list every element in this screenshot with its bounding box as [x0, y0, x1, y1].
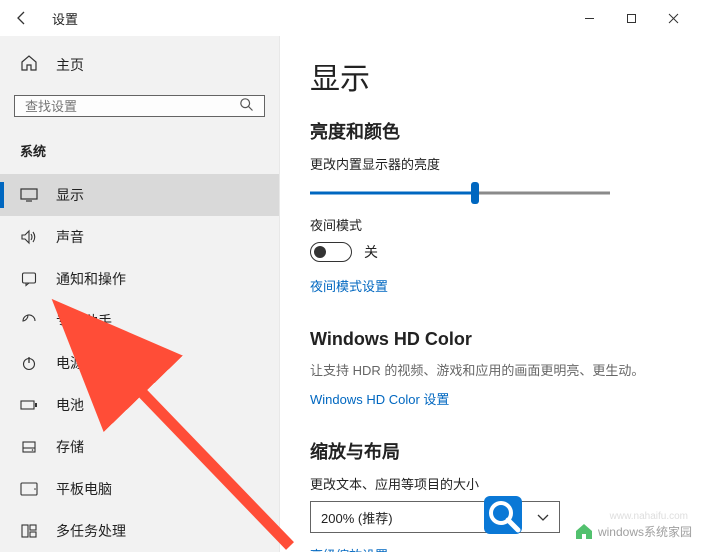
brightness-group-title: 亮度和颜色 [310, 118, 672, 144]
maximize-button[interactable] [610, 4, 652, 32]
sidebar-section-label: 系统 [0, 131, 279, 166]
sidebar: 主页 系统 显示 声音 通知和操作 专注助手 [0, 36, 280, 552]
power-icon [20, 354, 38, 372]
advanced-scale-link[interactable]: 高级缩放设置 [310, 545, 388, 552]
storage-icon [20, 438, 38, 456]
back-button[interactable] [8, 4, 36, 32]
home-icon [20, 54, 38, 75]
sidebar-item-label: 存储 [56, 437, 84, 457]
notifications-icon [20, 270, 38, 288]
main-content: 显示 亮度和颜色 更改内置显示器的亮度 夜间模式 关 夜间模式设置 Window… [280, 36, 702, 552]
sidebar-item-label: 声音 [56, 227, 84, 247]
sidebar-item-label: 显示 [56, 185, 84, 205]
sidebar-item-focus[interactable]: 专注助手 [0, 300, 279, 342]
search-icon [239, 97, 254, 115]
focus-icon [20, 312, 38, 330]
night-mode-toggle[interactable] [310, 242, 352, 262]
page-title: 显示 [310, 54, 672, 98]
sidebar-item-battery[interactable]: 电池 [0, 384, 279, 426]
sidebar-item-label: 电源和睡眠 [56, 353, 126, 373]
sidebar-item-notifications[interactable]: 通知和操作 [0, 258, 279, 300]
sidebar-item-label: 平板电脑 [56, 479, 112, 499]
sidebar-item-display[interactable]: 显示 [0, 174, 279, 216]
brightness-label: 更改内置显示器的亮度 [310, 154, 672, 173]
search-input[interactable] [25, 99, 239, 114]
hd-color-desc: 让支持 HDR 的视频、游戏和应用的画面更明亮、更生动。 [310, 360, 672, 379]
watermark-magnifier-icon [478, 490, 532, 547]
watermark-text: windows系统家园 [574, 522, 692, 540]
brightness-slider[interactable] [310, 181, 610, 205]
sidebar-item-multitask[interactable]: 多任务处理 [0, 510, 279, 552]
sidebar-item-tablet[interactable]: 平板电脑 [0, 468, 279, 510]
night-mode-label: 夜间模式 [310, 215, 672, 234]
search-box[interactable] [14, 95, 265, 117]
watermark-label: windows系统家园 [598, 523, 692, 540]
hd-color-group-title: Windows HD Color [310, 329, 672, 350]
hd-color-link[interactable]: Windows HD Color 设置 [310, 389, 449, 408]
battery-icon [20, 396, 38, 414]
sidebar-home[interactable]: 主页 [0, 46, 279, 83]
watermark-house-icon [574, 522, 594, 540]
sidebar-item-label: 专注助手 [56, 311, 112, 331]
close-button[interactable] [652, 4, 694, 32]
scale-dropdown-value: 200% (推荐) [321, 508, 393, 527]
sidebar-item-label: 通知和操作 [56, 269, 126, 289]
sidebar-item-power[interactable]: 电源和睡眠 [0, 342, 279, 384]
sidebar-item-label: 多任务处理 [56, 521, 126, 541]
sidebar-item-sound[interactable]: 声音 [0, 216, 279, 258]
minimize-button[interactable] [568, 4, 610, 32]
app-title: 设置 [52, 9, 78, 28]
titlebar: 设置 [0, 0, 702, 36]
night-mode-state: 关 [364, 242, 378, 262]
display-icon [20, 186, 38, 204]
sound-icon [20, 228, 38, 246]
watermark-url: www.nahaifu.com [610, 511, 688, 522]
night-mode-settings-link[interactable]: 夜间模式设置 [310, 276, 388, 295]
scale-group-title: 缩放与布局 [310, 438, 672, 464]
sidebar-home-label: 主页 [56, 55, 84, 75]
sidebar-item-storage[interactable]: 存储 [0, 426, 279, 468]
multitask-icon [20, 522, 38, 540]
sidebar-item-label: 电池 [56, 395, 84, 415]
chevron-down-icon [537, 510, 549, 525]
tablet-icon [20, 480, 38, 498]
